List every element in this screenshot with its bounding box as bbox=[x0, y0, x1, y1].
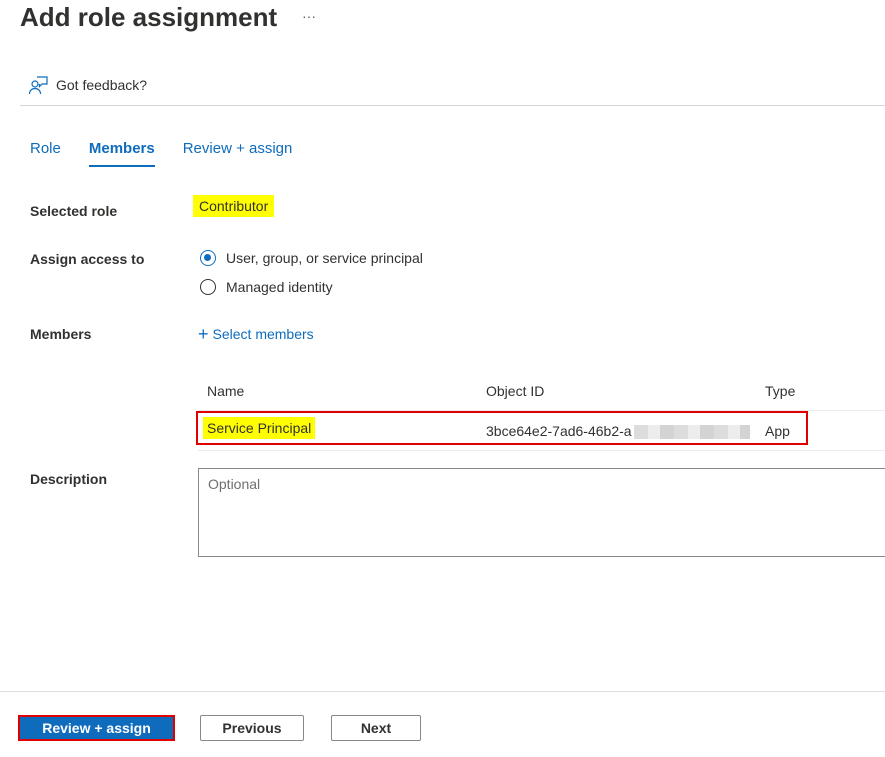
selected-role-label: Selected role bbox=[30, 203, 118, 219]
column-header-object-id: Object ID bbox=[486, 383, 545, 399]
select-members-label: Select members bbox=[212, 326, 314, 342]
selected-role-value: Contributor bbox=[193, 195, 275, 217]
feedback-label: Got feedback? bbox=[56, 77, 148, 93]
header-divider bbox=[20, 105, 885, 106]
tab-review-assign[interactable]: Review + assign bbox=[183, 140, 293, 167]
select-members-link[interactable]: + Select members bbox=[198, 324, 314, 345]
radio-label: Managed identity bbox=[226, 279, 333, 295]
radio-selected-icon[interactable] bbox=[200, 250, 216, 266]
column-header-name: Name bbox=[207, 383, 245, 399]
cell-type: App bbox=[765, 423, 790, 439]
table-divider bbox=[198, 450, 885, 451]
tab-role[interactable]: Role bbox=[30, 140, 61, 167]
wizard-tabs: Role Members Review + assign bbox=[30, 140, 320, 167]
page-title: Add role assignment bbox=[20, 2, 278, 32]
radio-managed-identity[interactable]: Managed identity bbox=[200, 279, 333, 295]
radio-user-group-sp[interactable]: User, group, or service principal bbox=[200, 250, 423, 266]
plus-icon: + bbox=[198, 324, 209, 344]
radio-unselected-icon[interactable] bbox=[200, 279, 216, 295]
description-input[interactable] bbox=[198, 468, 885, 557]
assign-access-label: Assign access to bbox=[30, 251, 145, 267]
redacted-object-id bbox=[634, 425, 750, 439]
feedback-icon bbox=[28, 76, 48, 95]
more-options-icon[interactable]: ··· bbox=[302, 8, 316, 24]
members-label: Members bbox=[30, 326, 92, 342]
column-header-type: Type bbox=[765, 383, 796, 399]
cell-name: Service Principal bbox=[203, 417, 316, 439]
member-name: Service Principal bbox=[203, 417, 316, 439]
description-label: Description bbox=[30, 471, 108, 487]
radio-label: User, group, or service principal bbox=[226, 250, 423, 266]
feedback-link[interactable]: Got feedback? bbox=[28, 75, 147, 95]
tab-members[interactable]: Members bbox=[88, 140, 155, 167]
selected-role-text: Contributor bbox=[193, 195, 275, 217]
review-assign-button[interactable]: Review + assign bbox=[18, 715, 175, 741]
cell-object-id: 3bce64e2-7ad6-46b2-a bbox=[486, 423, 632, 439]
next-button[interactable]: Next bbox=[331, 715, 421, 741]
previous-button[interactable]: Previous bbox=[200, 715, 304, 741]
footer-divider bbox=[0, 691, 885, 692]
